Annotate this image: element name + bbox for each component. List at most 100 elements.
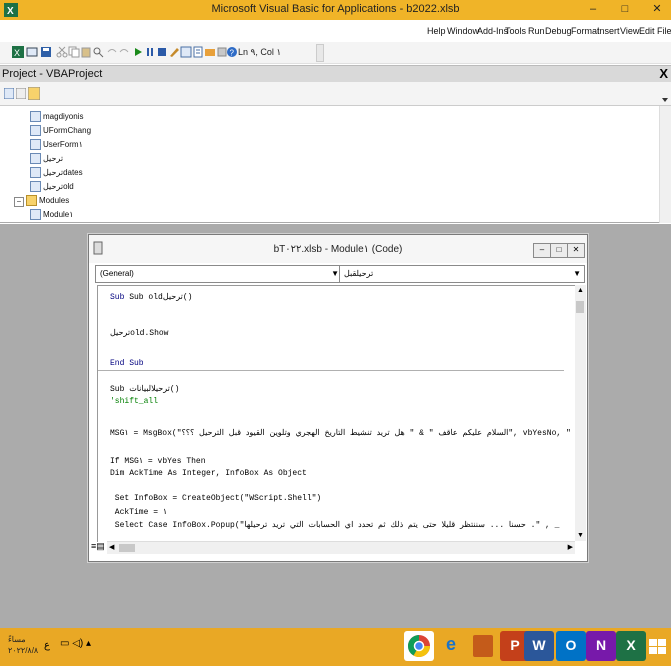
toolbar-options-button[interactable]	[316, 44, 324, 62]
paste-icon[interactable]	[80, 46, 92, 58]
code-window: bT٠٢٢.xlsb - Module١ (Code) – □ ✕ (Gener…	[88, 234, 588, 562]
app-icon[interactable]	[468, 631, 498, 661]
menu-add-ins[interactable]: Add-Ins	[477, 26, 508, 36]
toggle-folders-icon[interactable]	[28, 87, 40, 100]
code-line: AckTime = ١	[110, 508, 168, 517]
scroll-right-icon[interactable]: ▶	[568, 543, 573, 551]
clock[interactable]: مساءً ٢٠٢٢/٨/٨	[8, 634, 38, 656]
code-line: End Sub	[110, 359, 144, 368]
code-line: Select Case InfoBox.Popup("حسنا ... سننت…	[110, 521, 560, 530]
break-icon[interactable]	[144, 46, 156, 58]
svg-text:X: X	[14, 48, 20, 58]
windows-start-icon[interactable]	[646, 631, 670, 661]
tree-item[interactable]: ترحيلdates	[30, 166, 83, 179]
menu-file[interactable]: File	[657, 26, 671, 36]
close-button[interactable]: ✕	[646, 1, 668, 17]
menu-run[interactable]: Run	[528, 26, 545, 36]
chrome-icon[interactable]	[404, 631, 434, 661]
standard-toolbar: X ? Ln ٩, Col ١	[0, 42, 671, 64]
tree-item[interactable]: UserForm١	[30, 138, 83, 151]
tree-folder-modules[interactable]: – Modules	[14, 194, 69, 207]
outlook-icon[interactable]: O	[556, 631, 586, 661]
chevron-down-icon: ▼	[331, 269, 339, 278]
menu-tools[interactable]: Tools	[505, 26, 526, 36]
menu-debug[interactable]: Debug	[545, 26, 572, 36]
menu-help[interactable]: Help	[427, 26, 446, 36]
tree-item[interactable]: ترحيل	[30, 152, 63, 165]
menu-insert[interactable]: Insert	[597, 26, 620, 36]
code-line: ترحيلold.Show	[110, 329, 169, 338]
code-vertical-scrollbar[interactable]: ▲ ▼	[575, 285, 586, 541]
cursor-position: Ln ٩, Col ١	[238, 47, 282, 57]
system-tray-icons[interactable]: ▭ ◁) ▴	[60, 638, 91, 649]
code-line: Dim AckTime As Integer, InfoBox As Objec…	[110, 469, 307, 478]
project-toolbar-overflow-icon[interactable]	[662, 92, 668, 102]
cut-icon[interactable]	[56, 46, 68, 58]
code-line: Set InfoBox = CreateObject("WScript.Shel…	[110, 494, 322, 503]
scroll-up-icon[interactable]: ▲	[577, 287, 584, 294]
save-icon[interactable]	[40, 46, 52, 58]
folder-icon	[26, 195, 37, 207]
code-minimize-button[interactable]: –	[533, 243, 551, 258]
code-window-title: bT٠٢٢.xlsb - Module١ (Code)	[273, 244, 403, 255]
collapse-icon[interactable]: –	[14, 197, 24, 207]
internet-explorer-icon[interactable]: e	[436, 631, 466, 661]
word-icon[interactable]: W	[524, 631, 554, 661]
code-editor[interactable]: Sub Sub oldترحيل() ترحيلold.Show End Sub…	[97, 285, 576, 542]
taskbar: مساءً ٢٠٢٢/٨/٨ ع ▭ ◁) ▴ e P W O N X	[0, 628, 671, 666]
project-explorer-icon[interactable]	[180, 46, 192, 58]
onenote-icon[interactable]: N	[586, 631, 616, 661]
code-close-button[interactable]: ✕	[567, 243, 585, 258]
form-icon	[30, 153, 41, 165]
minimize-button[interactable]: –	[582, 1, 604, 17]
view-code-icon[interactable]	[4, 88, 14, 99]
reset-icon[interactable]	[156, 46, 168, 58]
scroll-left-icon[interactable]: ◀	[109, 543, 114, 551]
module-icon	[30, 209, 41, 221]
tree-scrollbar[interactable]	[659, 106, 671, 223]
project-close-button[interactable]: X	[659, 66, 668, 81]
tree-item[interactable]: magdiyonis	[30, 110, 83, 123]
form-icon	[30, 167, 41, 179]
insert-module-icon[interactable]	[26, 46, 38, 58]
menu-format[interactable]: Format	[571, 26, 600, 36]
menu-edit[interactable]: Edit	[639, 26, 655, 36]
code-restore-button[interactable]: □	[550, 243, 568, 258]
code-horizontal-scrollbar[interactable]: ◀ ▶	[107, 541, 575, 554]
form-icon	[30, 111, 41, 123]
scroll-down-icon[interactable]: ▼	[577, 532, 584, 539]
scroll-thumb[interactable]	[576, 301, 584, 313]
design-mode-icon[interactable]	[168, 46, 180, 58]
code-line: 'shift_all	[110, 397, 159, 406]
redo-icon[interactable]	[118, 46, 130, 58]
excel-icon[interactable]: X	[616, 631, 646, 661]
menu-view[interactable]: View	[620, 26, 639, 36]
tree-item[interactable]: UFormChang	[30, 124, 91, 137]
object-browser-icon[interactable]	[204, 46, 216, 58]
run-icon[interactable]	[132, 46, 144, 58]
undo-icon[interactable]	[106, 46, 118, 58]
find-icon[interactable]	[92, 46, 104, 58]
language-indicator[interactable]: ع	[44, 640, 50, 651]
excel-view-icon[interactable]: X	[12, 46, 24, 58]
menu-bar: Help Window Add-Ins Tools Run Debug Form…	[0, 20, 671, 42]
copy-icon[interactable]	[68, 46, 80, 58]
form-icon	[30, 125, 41, 137]
view-object-icon[interactable]	[16, 88, 26, 99]
procedure-combo[interactable]: ترحيلقبل ▼	[339, 265, 585, 283]
help-icon[interactable]: ?	[226, 46, 238, 58]
tree-item[interactable]: Module١	[30, 208, 74, 221]
project-panel-title: Project - VBAProject	[2, 68, 103, 80]
tree-item[interactable]: ترحيلold	[30, 180, 74, 193]
project-toolbar	[0, 82, 671, 106]
code-window-titlebar: bT٠٢٢.xlsb - Module١ (Code) – □ ✕	[89, 235, 587, 263]
hscroll-thumb[interactable]	[119, 544, 135, 552]
object-combo[interactable]: (General) ▼	[95, 265, 343, 283]
view-toggle-icons[interactable]: ≡▤	[91, 541, 107, 553]
properties-icon[interactable]	[192, 46, 204, 58]
restore-button[interactable]: □	[614, 1, 636, 17]
code-line: Sub Sub oldترحيل()	[110, 293, 193, 302]
code-line: Sub ترحيلالبيانات()	[110, 385, 180, 394]
form-icon	[30, 139, 41, 151]
menu-window[interactable]: Window	[447, 26, 479, 36]
